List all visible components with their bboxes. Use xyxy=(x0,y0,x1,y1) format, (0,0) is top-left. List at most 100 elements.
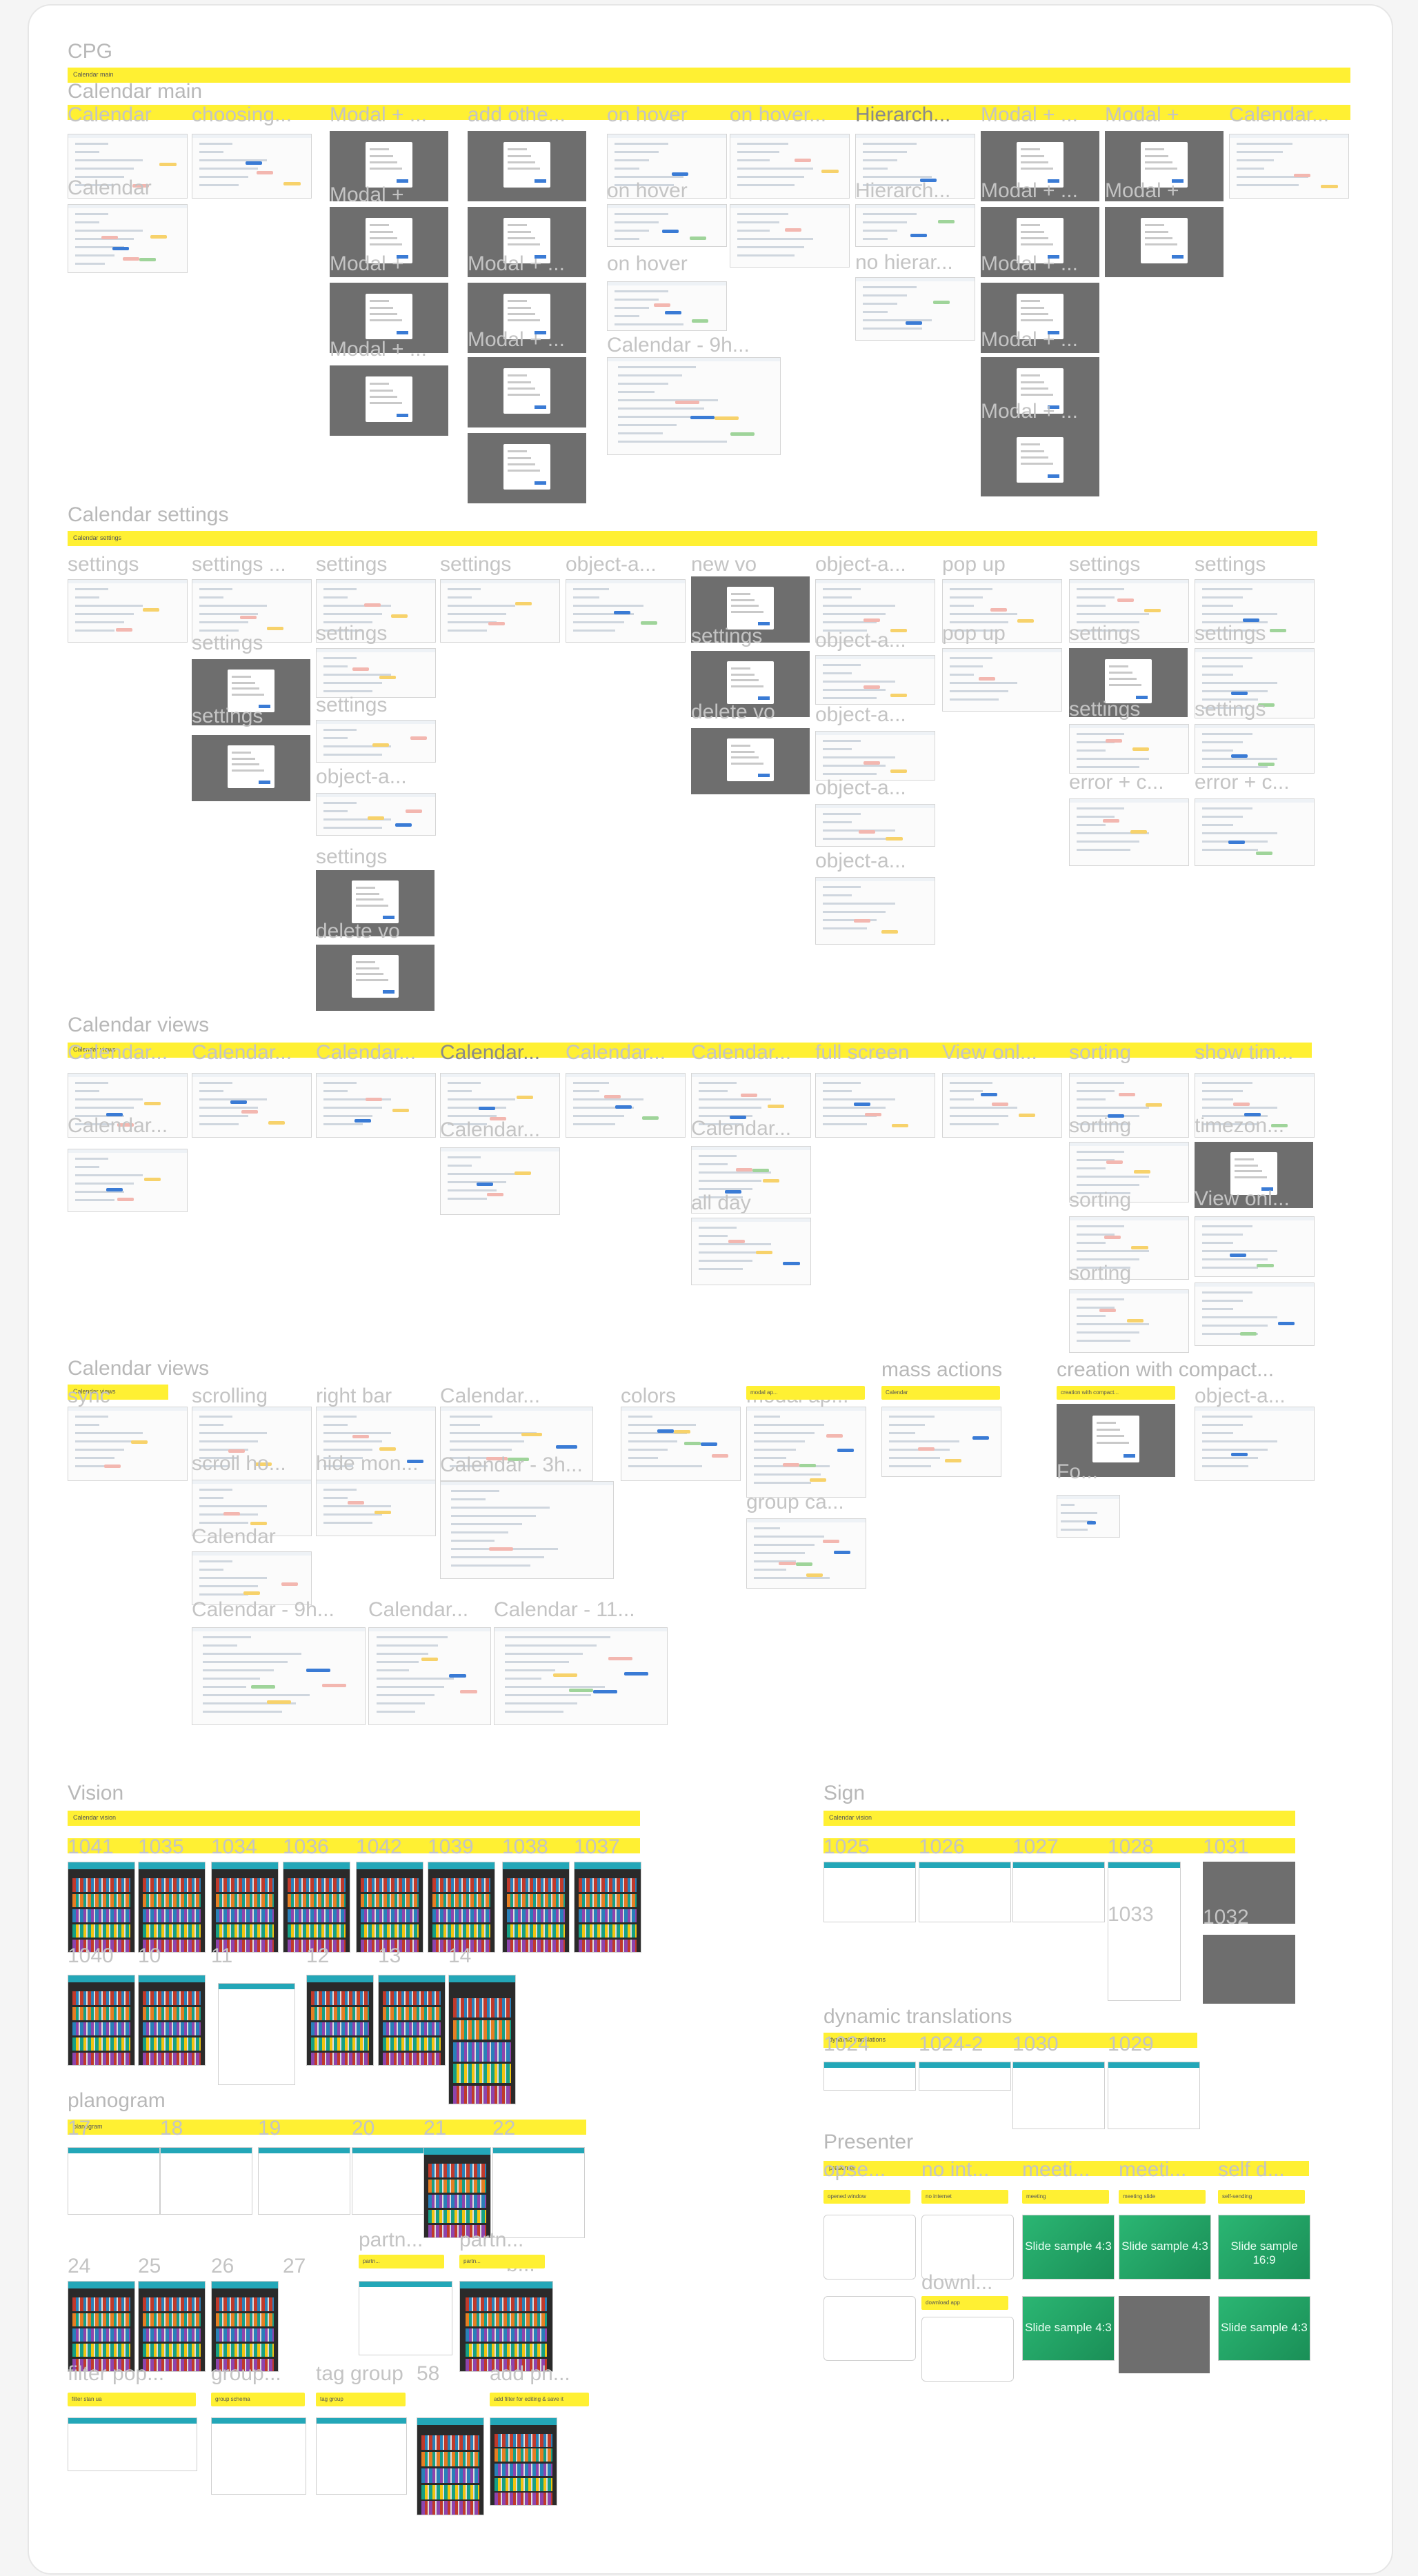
screen-thumbnail[interactable] xyxy=(68,1407,188,1481)
screen-thumbnail[interactable] xyxy=(746,1407,866,1498)
screen-thumbnail[interactable] xyxy=(316,1480,436,1536)
screen-thumbnail[interactable] xyxy=(192,1551,312,1605)
screen-thumbnail[interactable] xyxy=(730,204,850,268)
modal-thumbnail[interactable] xyxy=(316,945,435,1011)
app-thumbnail[interactable] xyxy=(359,2281,452,2355)
screen-thumbnail[interactable] xyxy=(494,1627,668,1725)
slide-thumbnail[interactable]: Slide sample 4:3 xyxy=(1022,2215,1115,2280)
screen-thumbnail[interactable] xyxy=(1195,798,1315,866)
screen-thumbnail[interactable] xyxy=(566,1073,686,1138)
app-thumbnail[interactable] xyxy=(1108,2062,1200,2129)
modal-thumbnail[interactable] xyxy=(691,728,810,794)
screen-thumbnail[interactable] xyxy=(607,357,781,455)
app-thumbnail[interactable] xyxy=(68,2147,160,2215)
screen-thumbnail[interactable] xyxy=(942,648,1062,712)
slide-thumbnail[interactable]: Slide sample 4:3 xyxy=(1119,2215,1211,2280)
screen-thumbnail[interactable] xyxy=(1069,724,1189,774)
screen-thumbnail[interactable] xyxy=(855,277,975,341)
screen-thumbnail[interactable] xyxy=(815,655,935,705)
vision-thumbnail[interactable] xyxy=(490,2417,557,2506)
screen-thumbnail[interactable] xyxy=(621,1407,741,1481)
app-thumbnail[interactable] xyxy=(919,2062,1011,2091)
screen-thumbnail[interactable] xyxy=(607,281,727,331)
screen-thumbnail[interactable] xyxy=(316,648,436,698)
screen-thumbnail[interactable] xyxy=(1195,1282,1315,1346)
screen-thumbnail[interactable] xyxy=(730,134,850,199)
screen-thumbnail[interactable] xyxy=(68,579,188,643)
vision-thumbnail[interactable] xyxy=(423,2147,491,2238)
screen-thumbnail[interactable] xyxy=(566,579,686,643)
screen-thumbnail[interactable] xyxy=(316,793,436,836)
app-thumbnail[interactable] xyxy=(1012,2062,1105,2129)
slide-thumbnail[interactable]: Slide sample 4:3 xyxy=(1022,2296,1115,2361)
app-thumbnail[interactable] xyxy=(211,2417,306,2495)
modal-thumbnail[interactable] xyxy=(981,426,1099,496)
screen-thumbnail[interactable] xyxy=(855,204,975,247)
vision-thumbnail[interactable] xyxy=(138,1862,206,1953)
vision-thumbnail[interactable] xyxy=(138,1975,206,2066)
screen-thumbnail[interactable] xyxy=(942,1073,1062,1138)
screen-thumbnail[interactable] xyxy=(1195,1216,1315,1277)
screen-thumbnail[interactable] xyxy=(691,1218,811,1285)
vision-thumbnail[interactable] xyxy=(68,1862,135,1953)
vision-thumbnail[interactable] xyxy=(283,1862,350,1953)
presenter-dark-thumb[interactable] xyxy=(1119,2296,1210,2373)
app-thumbnail[interactable] xyxy=(258,2147,350,2215)
app-thumbnail[interactable] xyxy=(492,2147,585,2238)
vision-thumbnail[interactable] xyxy=(574,1862,641,1953)
presenter-thumb[interactable] xyxy=(921,2317,1014,2382)
screen-thumbnail[interactable] xyxy=(1229,134,1349,199)
vision-thumbnail[interactable] xyxy=(211,2281,279,2372)
screen-thumbnail[interactable] xyxy=(368,1627,491,1725)
modal-thumbnail[interactable] xyxy=(468,433,586,503)
screen-thumbnail[interactable] xyxy=(607,204,727,247)
modal-thumbnail[interactable] xyxy=(468,131,586,201)
screen-thumbnail[interactable] xyxy=(1069,1289,1189,1353)
vision-thumbnail[interactable] xyxy=(428,1862,495,1953)
vision-thumbnail[interactable] xyxy=(211,1862,279,1953)
presenter-thumb[interactable] xyxy=(823,2215,916,2280)
screen-thumbnail[interactable] xyxy=(815,1073,935,1138)
screen-thumbnail[interactable] xyxy=(192,1073,312,1138)
app-thumbnail[interactable] xyxy=(1108,1862,1181,2001)
vision-thumbnail[interactable] xyxy=(356,1862,423,1953)
screen-thumbnail[interactable] xyxy=(815,804,935,847)
presenter-thumb[interactable] xyxy=(921,2215,1014,2280)
vision-thumbnail[interactable] xyxy=(459,2281,553,2372)
screen-thumbnail[interactable] xyxy=(68,1149,188,1212)
vision-thumbnail[interactable] xyxy=(502,1862,570,1953)
slide-thumbnail[interactable]: Slide sample 16:9 xyxy=(1218,2215,1310,2280)
screen-thumbnail[interactable] xyxy=(440,1481,614,1579)
screen-thumbnail[interactable] xyxy=(440,579,560,643)
screen-thumbnail[interactable] xyxy=(1195,724,1315,774)
screen-thumbnail[interactable] xyxy=(815,877,935,945)
vision-thumbnail[interactable] xyxy=(417,2417,484,2515)
app-thumbnail[interactable] xyxy=(823,2062,916,2091)
modal-thumbnail[interactable] xyxy=(192,735,310,801)
color-picker-thumb[interactable] xyxy=(1203,1935,1295,2004)
app-thumbnail[interactable] xyxy=(1012,1862,1105,1922)
vision-thumbnail[interactable] xyxy=(448,1975,516,2104)
app-thumbnail[interactable] xyxy=(160,2147,252,2215)
vision-thumbnail[interactable] xyxy=(378,1975,446,2066)
app-thumbnail[interactable] xyxy=(316,2417,407,2495)
screen-thumbnail[interactable] xyxy=(192,1627,366,1725)
app-thumbnail[interactable] xyxy=(823,1862,916,1922)
app-thumbnail[interactable] xyxy=(218,1983,295,2085)
screen-thumbnail[interactable] xyxy=(68,204,188,273)
screen-thumbnail[interactable] xyxy=(316,720,436,763)
screen-thumbnail[interactable] xyxy=(746,1518,866,1589)
app-thumbnail[interactable] xyxy=(68,2417,197,2471)
app-thumbnail[interactable] xyxy=(919,1862,1011,1922)
screen-thumbnail[interactable] xyxy=(440,1147,560,1215)
presenter-thumb[interactable] xyxy=(823,2296,916,2361)
vision-thumbnail[interactable] xyxy=(138,2281,206,2372)
vision-thumbnail[interactable] xyxy=(68,2281,135,2372)
screen-thumbnail[interactable] xyxy=(316,1073,436,1138)
screen-thumbnail[interactable] xyxy=(815,731,935,781)
screen-thumbnail[interactable] xyxy=(1069,798,1189,866)
vision-thumbnail[interactable] xyxy=(68,1975,135,2066)
screen-thumbnail[interactable] xyxy=(1057,1495,1120,1538)
vision-thumbnail[interactable] xyxy=(306,1975,374,2066)
screen-thumbnail[interactable] xyxy=(881,1407,1001,1477)
